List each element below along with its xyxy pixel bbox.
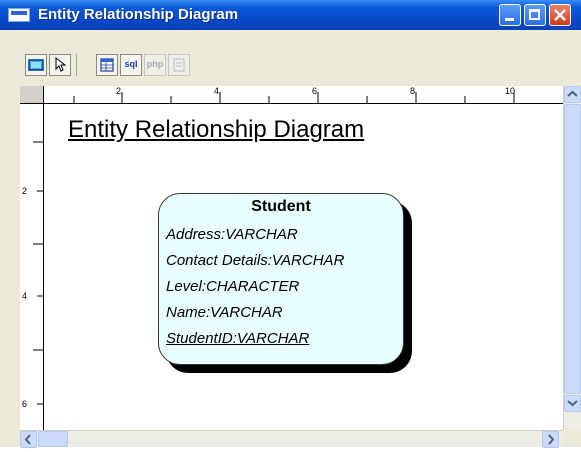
- vertical-scroll-thumb[interactable]: [564, 104, 581, 394]
- entity-student[interactable]: Student Address:VARCHAR Contact Details:…: [158, 193, 404, 365]
- window-left-edge: [0, 30, 20, 447]
- horizontal-scroll-thumb[interactable]: [38, 431, 68, 447]
- php-icon: php: [146, 59, 164, 69]
- table-icon: [100, 58, 114, 72]
- toolbar-separator: [76, 54, 77, 76]
- minimize-button[interactable]: [499, 4, 521, 26]
- chevron-up-icon: [567, 90, 578, 97]
- php-tool[interactable]: php: [144, 54, 166, 76]
- vertical-ruler-ticks: [33, 141, 43, 405]
- ruler-label: 2: [116, 86, 122, 96]
- horizontal-ruler-ticks: [73, 92, 515, 103]
- ruler-label: 10: [505, 86, 516, 96]
- entity-attribute: Level:CHARACTER: [166, 278, 300, 295]
- chevron-left-icon: [24, 434, 31, 445]
- ruler-label: 4: [214, 86, 220, 96]
- toolbar: sql php: [0, 30, 581, 86]
- export-icon: [173, 58, 185, 72]
- cursor-icon: [55, 56, 67, 72]
- scroll-left-button[interactable]: [20, 431, 37, 448]
- ruler-label: 8: [410, 86, 416, 96]
- horizontal-scrollbar[interactable]: [20, 430, 563, 448]
- ruler-corner: [20, 86, 44, 104]
- vertical-ruler: 2 4 6: [20, 86, 44, 430]
- pointer-tool[interactable]: [49, 54, 71, 76]
- ruler-label: 6: [312, 86, 318, 96]
- ruler-label: 2: [22, 186, 28, 196]
- entity-name: Student: [251, 198, 311, 215]
- entity-attribute: Address:VARCHAR: [166, 226, 298, 243]
- vertical-scrollbar[interactable]: [563, 86, 581, 430]
- window-icon: [8, 8, 30, 22]
- close-button[interactable]: [549, 4, 571, 26]
- entity-attribute: Name:VARCHAR: [166, 304, 283, 321]
- erd-window: Entity Relationship Diagram sql php 2 4 …: [0, 0, 581, 448]
- ruler-label: 4: [22, 291, 28, 301]
- entity-primary-key-attribute: StudentID:VARCHAR: [166, 330, 310, 347]
- scroll-down-button[interactable]: [564, 395, 581, 412]
- scroll-right-button[interactable]: [542, 431, 559, 448]
- sql-icon: sql: [124, 59, 138, 69]
- sql-tool[interactable]: sql: [120, 54, 142, 76]
- chevron-down-icon: [567, 400, 578, 407]
- entity-attribute: Contact Details:VARCHAR: [166, 252, 345, 269]
- chevron-right-icon: [548, 434, 555, 445]
- monitor-icon: [28, 59, 44, 71]
- close-icon: [554, 9, 566, 21]
- screen-view-tool[interactable]: [25, 54, 47, 76]
- export-tool[interactable]: [168, 54, 190, 76]
- table-tool[interactable]: [96, 54, 118, 76]
- maximize-button[interactable]: [524, 4, 546, 26]
- ruler-label: 6: [22, 399, 28, 409]
- title-bar[interactable]: Entity Relationship Diagram: [0, 0, 581, 30]
- diagram-title[interactable]: Entity Relationship Diagram: [68, 116, 364, 144]
- horizontal-ruler: 2 4 6 8 10: [44, 86, 563, 104]
- scroll-up-button[interactable]: [564, 86, 581, 103]
- window-title: Entity Relationship Diagram: [38, 6, 239, 23]
